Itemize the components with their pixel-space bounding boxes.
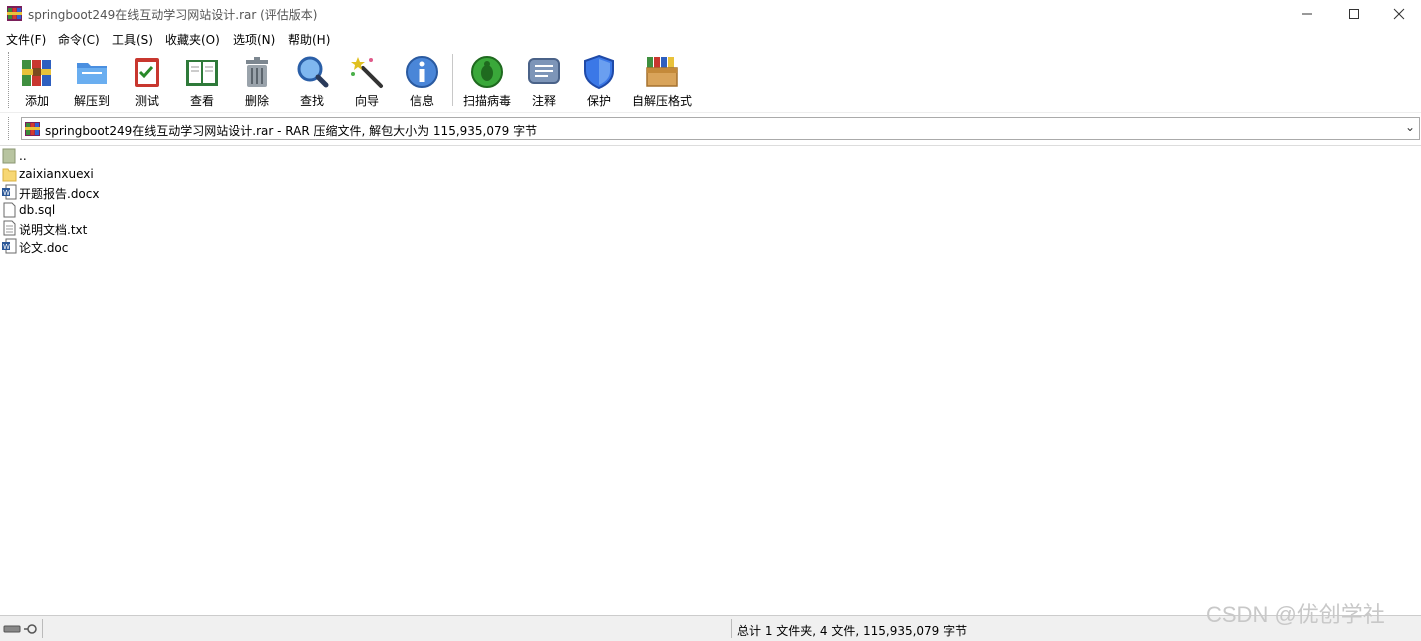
protect-shield-icon [584, 54, 614, 90]
list-item-parent[interactable]: .. [0, 147, 300, 165]
find-button[interactable]: 查找 [285, 52, 339, 110]
menu-tools[interactable]: 工具(S) [112, 31, 153, 48]
status-divider [42, 619, 43, 638]
delete-button[interactable]: 删除 [230, 52, 284, 110]
rar-archive-icon [25, 122, 40, 136]
wizard-wand-icon [351, 57, 383, 88]
wizard-button[interactable]: 向导 [340, 52, 394, 110]
sfx-button[interactable]: 自解压格式 [627, 52, 697, 110]
status-divider [731, 619, 732, 638]
menu-file[interactable]: 文件(F) [6, 31, 46, 48]
virus-scan-icon [471, 56, 503, 88]
comment-icon [528, 58, 560, 84]
extract-to-button[interactable]: 解压到 [65, 52, 119, 110]
view-label: 查看 [189, 94, 214, 108]
info-button[interactable]: 信息 [395, 52, 449, 110]
file-name: db.sql [19, 203, 56, 217]
folder-icon [2, 168, 17, 182]
comment-label: 注释 [531, 94, 556, 108]
virus-scan-label: 扫描病毒 [462, 94, 511, 108]
menu-help[interactable]: 帮助(H) [288, 31, 330, 48]
menu-favorites[interactable]: 收藏夹(O) [165, 31, 220, 48]
add-archive-icon [22, 60, 51, 86]
list-item-folder[interactable]: zaixianxuexi [0, 165, 300, 183]
add-label: 添加 [24, 94, 49, 108]
parent-folder-icon [2, 148, 16, 164]
menu-bar: 文件(F) 命令(C) 工具(S) 收藏夹(O) 选项(N) 帮助(H) [0, 28, 1421, 48]
minimize-icon [1302, 13, 1312, 15]
find-label: 查找 [299, 94, 324, 108]
close-button[interactable] [1376, 0, 1421, 28]
status-summary: 总计 1 文件夹, 4 文件, 115,935,079 字节 [737, 624, 968, 638]
test-clipboard-icon [135, 58, 159, 87]
list-item-file[interactable]: W 开题报告.docx [0, 183, 300, 201]
drive-key-icon[interactable] [3, 622, 41, 636]
file-name: 说明文档.txt [19, 223, 88, 237]
virus-scan-button[interactable]: 扫描病毒 [460, 52, 514, 110]
title-bar: springboot249在线互动学习网站设计.rar (评估版本) [0, 0, 1421, 28]
delete-trash-icon [246, 57, 268, 87]
add-button[interactable]: 添加 [10, 52, 64, 110]
file-name: 开题报告.docx [19, 187, 100, 201]
file-icon [3, 202, 16, 218]
text-file-icon [3, 220, 16, 236]
file-name: 论文.doc [19, 241, 69, 255]
list-item-file[interactable]: db.sql [0, 201, 300, 219]
watermark: CSDN @优创学社 [1206, 602, 1385, 627]
winrar-app-icon[interactable] [7, 6, 22, 21]
wizard-label: 向导 [354, 94, 379, 108]
file-name: .. [19, 149, 27, 163]
window-title: springboot249在线互动学习网站设计.rar (评估版本) [28, 8, 318, 22]
protect-button[interactable]: 保护 [572, 52, 626, 110]
address-bar[interactable]: springboot249在线互动学习网站设计.rar - RAR 压缩文件, … [21, 117, 1420, 140]
info-icon [406, 56, 438, 88]
chevron-down-icon[interactable]: ⌄ [1405, 120, 1415, 134]
address-grip[interactable] [8, 117, 12, 140]
maximize-icon [1349, 9, 1359, 19]
minimize-button[interactable] [1284, 0, 1330, 28]
file-list: .. zaixianxuexi W 开题报告.docx db.sql 说明文档.… [0, 145, 1421, 616]
protect-label: 保护 [586, 94, 611, 108]
extract-to-label: 解压到 [73, 94, 110, 108]
list-item-file[interactable]: W 论文.doc [0, 237, 300, 255]
find-magnifier-icon [297, 56, 329, 88]
extract-to-folder-icon [77, 63, 107, 84]
svg-text:W: W [3, 189, 10, 197]
sfx-box-icon [646, 57, 678, 87]
address-text: springboot249在线互动学习网站设计.rar - RAR 压缩文件, … [45, 124, 538, 138]
view-button[interactable]: 查看 [175, 52, 229, 110]
toolbar-separator [452, 54, 453, 106]
menu-options[interactable]: 选项(N) [233, 31, 275, 48]
comment-button[interactable]: 注释 [517, 52, 571, 110]
sfx-label: 自解压格式 [631, 94, 692, 108]
maximize-button[interactable] [1331, 0, 1377, 28]
svg-text:W: W [3, 243, 10, 251]
toolbar: 添加 解压到 测试 查看 删除 查找 向导 信息 扫描病毒 注释 保护 自解压格… [0, 48, 1421, 113]
word-doc-icon: W [2, 238, 17, 254]
close-icon [1393, 8, 1405, 20]
file-name: zaixianxuexi [19, 167, 94, 181]
list-item-file[interactable]: 说明文档.txt [0, 219, 300, 237]
view-book-icon [186, 60, 218, 86]
test-button[interactable]: 测试 [120, 52, 174, 110]
menu-commands[interactable]: 命令(C) [58, 31, 100, 48]
delete-label: 删除 [244, 94, 269, 108]
test-label: 测试 [134, 94, 159, 108]
word-doc-icon: W [2, 184, 17, 200]
info-label: 信息 [409, 94, 434, 108]
